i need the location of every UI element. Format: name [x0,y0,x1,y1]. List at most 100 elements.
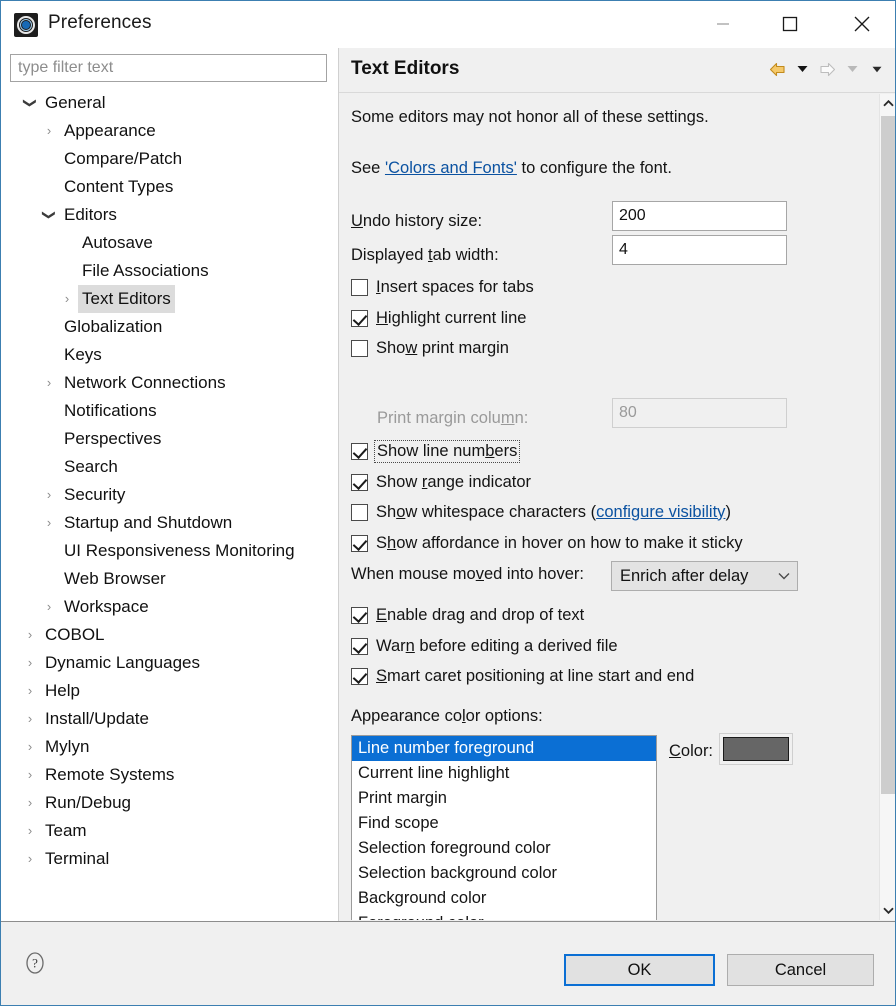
checkbox-label: Smart caret positioning at line start an… [376,666,695,685]
close-icon[interactable] [839,1,885,47]
chevron-right-icon[interactable]: › [41,593,57,621]
tree-item-perspectives[interactable]: Perspectives [10,425,336,453]
checkbox-box [351,339,368,357]
color-swatch-button[interactable] [719,733,793,765]
colors-and-fonts-link[interactable]: 'Colors and Fonts' [385,159,517,177]
tree-item-label: Perspectives [64,429,162,448]
checkbox-show-range-indicator[interactable]: Show range indicator [351,469,531,495]
forward-arrow-icon[interactable] [816,56,838,82]
color-option-item[interactable]: Selection foreground color [352,836,656,861]
tree-item-cobol[interactable]: › COBOL [10,621,336,649]
chevron-right-icon[interactable]: › [22,705,38,733]
checkbox-insert-spaces-for-tabs[interactable]: Insert spaces for tabs [351,274,534,300]
tree-item-text-editors[interactable]: › Text Editors [10,285,336,313]
minimize-icon[interactable] [700,1,746,47]
tree-item-network-connections[interactable]: › Network Connections [10,369,336,397]
color-option-item[interactable]: Line number foreground [352,736,656,761]
chevron-right-icon[interactable]: › [22,733,38,761]
checkbox-warn-before-editing-derived-file[interactable]: Warn before editing a derived file [351,633,618,659]
chevron-right-icon[interactable]: › [41,369,57,397]
checkbox-highlight-current-line[interactable]: Highlight current line [351,305,526,331]
tree-item-keys[interactable]: Keys [10,341,336,369]
tree-item-help[interactable]: › Help [10,677,336,705]
tree-item-install-update[interactable]: › Install/Update [10,705,336,733]
color-option-item[interactable]: Current line highlight [352,761,656,786]
maximize-icon[interactable] [767,1,813,47]
back-arrow-icon[interactable] [766,56,788,82]
tree-item-editors[interactable]: ❯ Editors [10,201,336,229]
view-menu-icon[interactable] [866,56,888,82]
checkbox-box [351,473,368,491]
tree-item-ui-responsiveness-monitoring[interactable]: UI Responsiveness Monitoring [10,537,336,565]
tree-item-security[interactable]: › Security [10,481,336,509]
checkbox-label: Show whitespace characters (configure vi… [376,502,731,521]
checkbox-show-line-numbers[interactable]: Show line numbers [351,438,521,464]
ok-button[interactable]: OK [564,954,715,986]
tree-item-run-debug[interactable]: › Run/Debug [10,789,336,817]
tree-item-dynamic-languages[interactable]: › Dynamic Languages [10,649,336,677]
chevron-right-icon[interactable]: › [41,117,57,145]
tree-item-workspace[interactable]: › Workspace [10,593,336,621]
chevron-down-icon[interactable]: ❯ [35,207,63,223]
chevron-right-icon[interactable]: › [41,481,57,509]
undo-history-input[interactable] [612,201,787,231]
chevron-right-icon[interactable]: › [22,621,38,649]
chevron-right-icon[interactable]: › [22,789,38,817]
print-margin-column-input[interactable] [612,398,787,428]
tree-item-startup-and-shutdown[interactable]: › Startup and Shutdown [10,509,336,537]
tree-item-appearance[interactable]: › Appearance [10,117,336,145]
appearance-color-list[interactable]: Line number foreground Current line highl… [351,735,657,920]
preference-tree[interactable]: ❯ General › Appearance Compare/Patch Content … [10,89,336,921]
chevron-right-icon[interactable]: › [22,817,38,845]
tree-item-compare-patch[interactable]: Compare/Patch [10,145,336,173]
chevron-right-icon[interactable]: › [22,677,38,705]
scroll-up-icon[interactable] [880,94,895,113]
color-option-item[interactable]: Background color [352,886,656,911]
scroll-down-icon[interactable] [880,901,895,920]
cancel-button[interactable]: Cancel [727,954,874,986]
configure-visibility-link[interactable]: configure visibility [596,503,725,521]
tree-item-autosave[interactable]: Autosave [10,229,336,257]
checkbox-enable-drag-and-drop[interactable]: Enable drag and drop of text [351,602,584,628]
tab-width-input[interactable] [612,235,787,265]
hover-mode-select[interactable]: Enrich after delay [611,561,798,591]
tree-item-remote-systems[interactable]: › Remote Systems [10,761,336,789]
tree-item-label: Security [64,485,126,504]
tree-item-globalization[interactable]: Globalization [10,313,336,341]
tree-item-general[interactable]: ❯ General [10,89,336,117]
chevron-right-icon[interactable]: › [22,649,38,677]
back-dropdown-arrow-icon[interactable] [791,56,813,82]
search-input[interactable] [10,54,327,82]
checkbox-show-print-margin[interactable]: Show print margin [351,335,509,361]
tree-item-team[interactable]: › Team [10,817,336,845]
font-note-prefix: See [351,159,385,177]
forward-dropdown-arrow-icon[interactable] [841,56,863,82]
chevron-down-icon[interactable]: ❯ [16,95,44,111]
tree-item-notifications[interactable]: Notifications [10,397,336,425]
checkbox-smart-caret-positioning[interactable]: Smart caret positioning at line start an… [351,663,694,689]
checkbox-show-whitespace-characters[interactable]: Show whitespace characters (configure vi… [351,499,731,525]
tree-item-search[interactable]: Search [10,453,336,481]
color-option-item[interactable]: Foreground color [352,911,656,920]
tree-item-label: Editors [64,205,117,224]
tree-item-file-associations[interactable]: File Associations [10,257,336,285]
tree-item-content-types[interactable]: Content Types [10,173,336,201]
color-option-item[interactable]: Selection background color [352,861,656,886]
color-option-item[interactable]: Print margin [352,786,656,811]
chevron-right-icon[interactable]: › [22,761,38,789]
color-option-item[interactable]: Find scope [352,811,656,836]
tree-item-label: Content Types [64,177,174,196]
tree-item-label: Remote Systems [45,765,175,784]
tree-item-label: Dynamic Languages [45,653,200,672]
help-icon[interactable]: ? [23,951,47,975]
checkbox-show-affordance-sticky-hover[interactable]: Show affordance in hover on how to make … [351,530,743,556]
chevron-right-icon[interactable]: › [41,509,57,537]
tree-item-mylyn[interactable]: › Mylyn [10,733,336,761]
chevron-right-icon[interactable]: › [22,845,38,873]
content-scrollbar[interactable] [879,94,895,920]
chevron-right-icon[interactable]: › [59,285,75,313]
page-nav-toolbar [766,54,888,84]
tree-item-terminal[interactable]: › Terminal [10,845,336,873]
scrollbar-thumb[interactable] [881,116,895,794]
tree-item-web-browser[interactable]: Web Browser [10,565,336,593]
